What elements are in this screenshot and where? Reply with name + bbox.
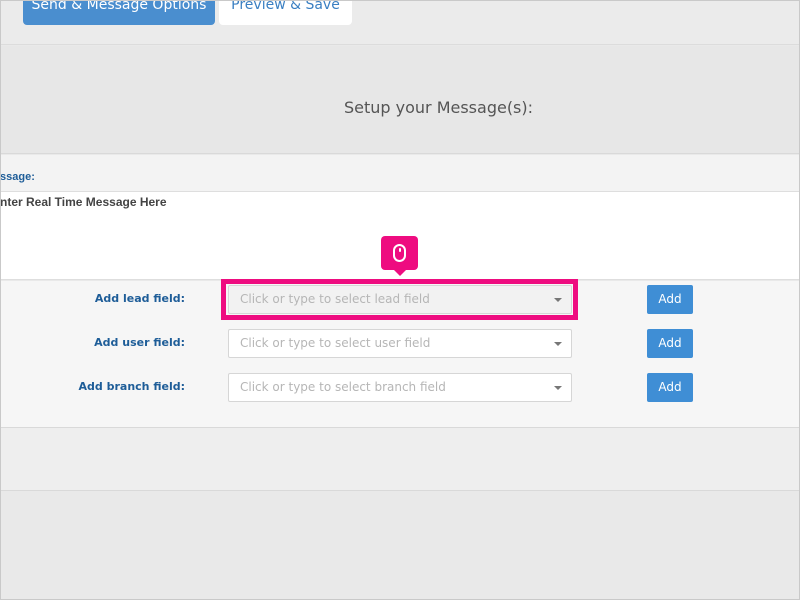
chevron-down-icon xyxy=(554,342,562,346)
message-label: ssage: xyxy=(0,171,35,183)
branch-field-select[interactable]: Click or type to select branch field xyxy=(228,373,572,402)
user-field-select[interactable]: Click or type to select user field xyxy=(228,329,572,358)
tab-preview-save[interactable]: Preview & Save xyxy=(219,0,352,25)
add-user-field-button[interactable]: Add xyxy=(647,329,693,358)
mouse-icon xyxy=(393,244,406,262)
message-label-band xyxy=(0,155,800,192)
add-branch-field-button[interactable]: Add xyxy=(647,373,693,402)
add-lead-field-button[interactable]: Add xyxy=(647,285,693,314)
branch-field-label: Add branch field: xyxy=(78,380,185,393)
user-field-placeholder: Click or type to select user field xyxy=(240,336,431,350)
branch-field-placeholder: Click or type to select branch field xyxy=(240,380,446,394)
click-indicator-badge xyxy=(381,236,418,276)
lead-field-label: Add lead field: xyxy=(94,292,185,305)
click-highlight xyxy=(221,279,578,320)
tab-bar: Send & Message Options Preview & Save xyxy=(0,0,800,45)
chevron-down-icon xyxy=(554,386,562,390)
tab-send-message-options[interactable]: Send & Message Options xyxy=(23,0,215,25)
user-field-label: Add user field: xyxy=(94,336,185,349)
lower-panel xyxy=(0,428,800,491)
setup-title: Setup your Message(s): xyxy=(343,98,534,117)
